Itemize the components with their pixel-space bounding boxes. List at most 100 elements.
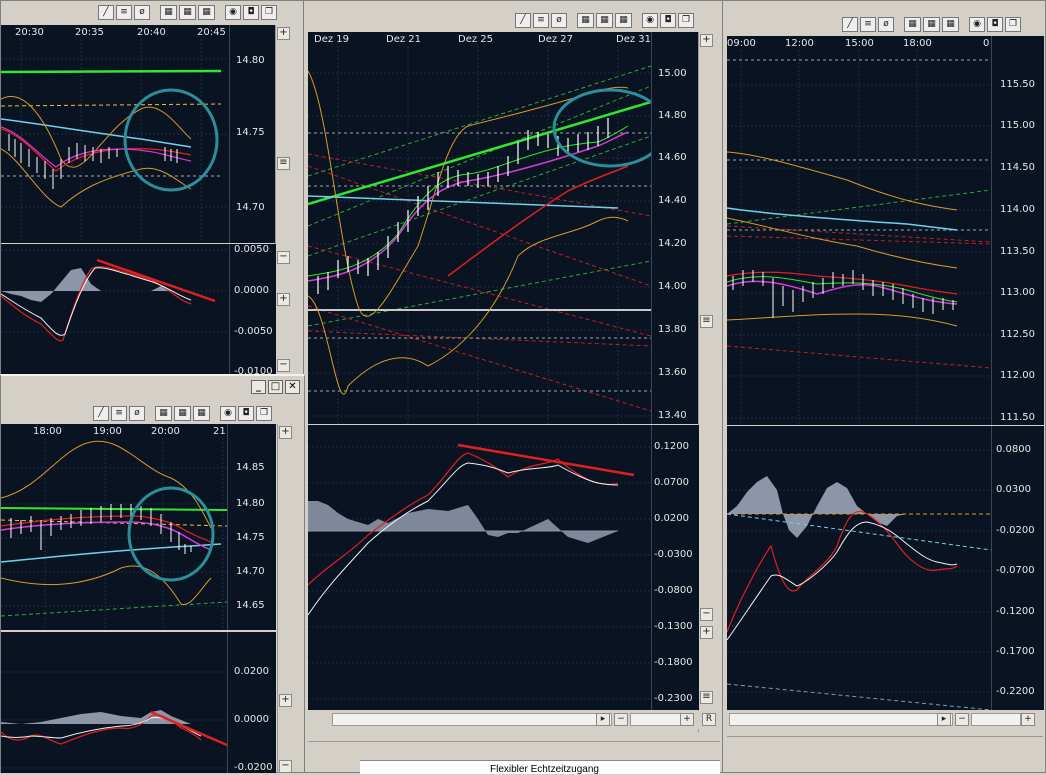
underlying-window-title: Flexibler Echtzeitzugang [490,764,599,775]
restore-icon[interactable]: ❐ [1005,17,1021,32]
top-left-price-chart[interactable] [1,39,229,243]
bottom-left-vertical-scrollbar[interactable]: + + − [277,424,293,773]
center-status-bar [308,741,720,760]
draw-line-icon[interactable]: ╱ [93,406,109,421]
time-label: 20:35 [75,27,104,38]
price-label: 111.50 [1000,412,1035,423]
bottom-left-price-chart[interactable] [1,438,227,630]
list-view-icon[interactable]: ▦ [193,406,210,421]
restore-icon[interactable]: ❐ [261,5,277,20]
underlying-window-strip: Flexibler Echtzeitzugang [360,760,720,775]
scroll-thumb[interactable]: ≡ [700,315,713,328]
h-scroll-track[interactable] [332,713,612,726]
center-price-chart[interactable] [308,46,651,424]
fibonacci-icon[interactable]: ≡ [116,5,132,20]
osc-zoom-in-button[interactable]: + [277,293,290,306]
osc-label: -0.0700 [996,565,1035,576]
maximize-button[interactable]: □ [268,380,283,394]
right-price-axis: 115.50 115.00 114.50 114.00 113.50 113.0… [991,36,1044,425]
bottom-left-oscillator-chart[interactable] [1,632,227,773]
table-view-icon[interactable]: ▦ [923,17,940,32]
zoom-icon[interactable]: ◉ [225,5,241,20]
reset-button[interactable]: R [702,713,716,726]
right-price-chart[interactable] [727,50,991,425]
crosshair-icon[interactable]: ø [551,13,567,28]
table-view-icon[interactable]: ▦ [596,13,613,28]
time-label: 20:00 [151,426,180,437]
price-label: 14.20 [658,238,687,249]
time-label: 09:00 [727,38,756,49]
osc-zoom-in-button[interactable]: + [700,626,713,639]
h-scroll-track[interactable] [729,713,953,726]
osc-scroll-thumb[interactable]: ≡ [700,691,713,704]
scroll-thumb[interactable]: ≡ [277,157,290,170]
properties-icon[interactable]: ◘ [243,5,259,20]
scroll-down-button[interactable]: − [277,251,290,264]
time-label: Dez 27 [538,34,574,45]
draw-line-icon[interactable]: ╱ [98,5,114,20]
scroll-up-button[interactable]: + [277,27,290,40]
osc-label: 0.0050 [234,244,269,255]
zoom-icon[interactable]: ◉ [642,13,658,28]
fibonacci-icon[interactable]: ≡ [533,13,549,28]
price-label: 14.70 [236,202,265,213]
zoom-track[interactable] [971,713,1021,726]
center-oscillator-chart[interactable] [308,425,651,710]
table-view-icon[interactable]: ▦ [174,406,191,421]
list-view-icon[interactable]: ▦ [942,17,959,32]
properties-icon[interactable]: ◘ [987,17,1003,32]
osc-zoom-out-button[interactable]: − [277,359,290,372]
top-left-vertical-scrollbar[interactable]: + ≡ − + − [275,25,291,375]
fibonacci-icon[interactable]: ≡ [860,17,876,32]
zoom-out-button[interactable]: − [955,713,969,726]
right-toolbar: ╱ ≡ ø ▦ ▦ ▦ ◉ ◘ ❐ [723,1,1045,35]
zoom-in-button[interactable]: + [680,713,694,726]
scroll-right-button[interactable]: ▸ [596,713,610,726]
scroll-up-button[interactable]: + [279,426,292,439]
grid-view-icon[interactable]: ▦ [577,13,594,28]
close-button[interactable]: ✕ [285,380,300,394]
list-view-icon[interactable]: ▦ [198,5,215,20]
scroll-up-button[interactable]: + [700,34,713,47]
osc-zoom-out-button[interactable]: − [279,760,292,773]
grid-view-icon[interactable]: ▦ [904,17,921,32]
zoom-icon[interactable]: ◉ [969,17,985,32]
draw-line-icon[interactable]: ╱ [842,17,858,32]
grid-view-icon[interactable]: ▦ [160,5,177,20]
time-label: Dez 31 [616,34,652,45]
crosshair-icon[interactable]: ø [129,406,145,421]
scroll-right-button[interactable]: ▸ [937,713,951,726]
osc-zoom-in-button[interactable]: + [279,694,292,707]
scroll-down-button[interactable]: − [700,608,713,621]
draw-line-icon[interactable]: ╱ [515,13,531,28]
zoom-out-button[interactable]: − [614,713,628,726]
right-oscillator-chart[interactable] [727,426,991,710]
osc-label: 0.0000 [234,714,269,725]
top-left-oscillator-chart[interactable] [1,244,229,375]
crosshair-icon[interactable]: ø [134,5,150,20]
price-label: 13.60 [658,367,687,378]
table-view-icon[interactable]: ▦ [179,5,196,20]
zoom-in-button[interactable]: + [1021,713,1035,726]
price-label: 113.50 [1000,246,1035,257]
price-label: 14.80 [236,498,265,509]
restore-icon[interactable]: ❐ [678,13,694,28]
center-horizontal-scrollbar[interactable]: ▸ − + R [308,711,720,729]
price-label: 112.50 [1000,329,1035,340]
zoom-icon[interactable]: ◉ [220,406,236,421]
crosshair-icon[interactable]: ø [878,17,894,32]
minimize-button[interactable]: _ [251,380,266,394]
properties-icon[interactable]: ◘ [660,13,676,28]
zoom-track[interactable] [630,713,684,726]
center-vertical-scrollbar[interactable]: + ≡ − + ≡ [698,32,714,732]
restore-icon[interactable]: ❐ [256,406,272,421]
price-label: 13.80 [658,324,687,335]
right-horizontal-scrollbar[interactable]: ▸ − + [727,711,1043,729]
bottom-left-price-axis: 14.85 14.80 14.75 14.70 14.65 [227,424,276,630]
grid-view-icon[interactable]: ▦ [155,406,172,421]
time-label: 18:00 [903,38,932,49]
price-label: 115.50 [1000,79,1035,90]
list-view-icon[interactable]: ▦ [615,13,632,28]
properties-icon[interactable]: ◘ [238,406,254,421]
fibonacci-icon[interactable]: ≡ [111,406,127,421]
